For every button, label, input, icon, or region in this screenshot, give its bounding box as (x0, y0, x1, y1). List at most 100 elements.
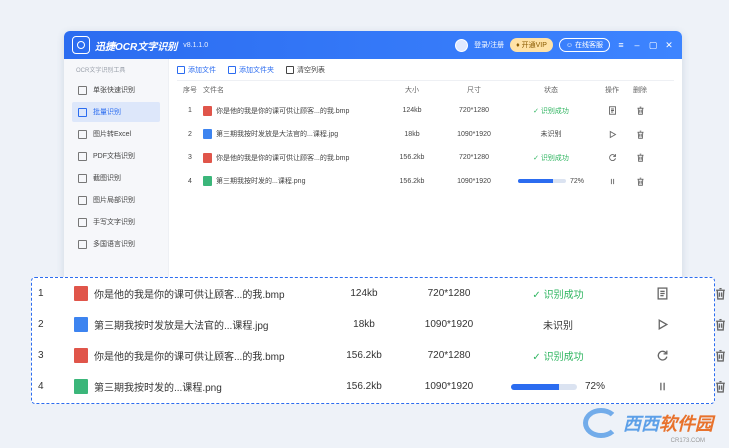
minimize-icon[interactable]: – (632, 40, 642, 50)
sidebar-item-label: 图片局部识别 (93, 197, 135, 204)
add-file-icon (177, 65, 185, 74)
watermark-e-icon (583, 408, 619, 438)
file-dims: 720*1280 (427, 288, 471, 299)
jpg-file-icon (74, 317, 88, 332)
delete-button[interactable] (702, 380, 729, 393)
clear-list-button[interactable]: 清空列表 (286, 65, 325, 75)
file-name-cell: 第三期我按时发的...课程.png (203, 176, 383, 187)
doc-icon (608, 106, 617, 115)
sidebar-item-2[interactable]: 图片转Excel (72, 124, 160, 144)
play-button[interactable] (595, 130, 629, 139)
trash-icon (714, 349, 727, 362)
doc-button[interactable] (595, 106, 629, 115)
file-name-cell: 第三期我按时发放是大法官的...课程.jpg (203, 129, 383, 140)
play-button[interactable] (622, 318, 702, 331)
trash-icon (636, 177, 645, 186)
delete-button[interactable] (702, 287, 729, 300)
sidebar-item-7[interactable]: 多国语言识别 (72, 234, 160, 254)
sidebar-item-6[interactable]: 手写文字识别 (72, 212, 160, 232)
play-icon (656, 318, 669, 331)
row-number: 3 (38, 350, 44, 361)
avatar[interactable] (455, 38, 469, 52)
file-dims: 1090*1920 (424, 319, 474, 330)
refresh-button[interactable] (622, 349, 702, 362)
status-pending: 未识别 (543, 321, 573, 332)
bmp-file-icon (203, 152, 212, 163)
progress-text: 72% (569, 177, 584, 185)
table-row[interactable]: 3 你是他的我是你的课可供让顾客...的我.bmp 156.2kb 720*12… (177, 146, 674, 170)
file-size: 156.2kb (399, 177, 425, 185)
bmp-file-icon (74, 348, 88, 363)
delete-button[interactable] (629, 130, 651, 139)
col-no: 序号 (183, 87, 197, 94)
status-success: ✓ 识别成功 (532, 352, 584, 363)
sidebar-item-0[interactable]: 单张快速识别 (72, 80, 160, 100)
zoomed-table-row[interactable]: 2 第三期我按时发放是大法官的...课程.jpg 18kb 1090*1920 … (38, 309, 725, 340)
trash-icon (286, 65, 294, 74)
file-name: 第三期我按时发放是大法官的...课程.jpg (216, 131, 339, 139)
sidebar-item-label: 批量识别 (93, 109, 121, 116)
sidebar-item-1[interactable]: 批量识别 (72, 102, 160, 122)
file-name-cell: 你是他的我是你的课可供让顾客...的我.bmp (203, 152, 383, 163)
watermark-sub: CR173.COM (670, 438, 705, 444)
service-label: 在线客服 (575, 42, 603, 49)
status-text: 识别成功 (540, 107, 569, 115)
file-dims: 720*1280 (459, 107, 489, 115)
delete-button[interactable] (702, 349, 729, 362)
status-success: ✓ 识别成功 (533, 154, 569, 162)
file-size: 156.2kb (399, 154, 425, 162)
file-name-cell: 你是他的我是你的课可供让顾客...的我.bmp (74, 286, 324, 301)
delete-button[interactable] (629, 153, 651, 162)
file-dims: 1090*1920 (457, 130, 491, 138)
file-dims: 1090*1920 (457, 177, 491, 185)
sidebar-item-label: 单张快速识别 (93, 87, 135, 94)
sidebar-item-5[interactable]: 图片局部识别 (72, 190, 160, 210)
file-name-cell: 你是他的我是你的课可供让顾客...的我.bmp (74, 348, 324, 363)
row-number: 1 (38, 288, 44, 299)
progress-fill (510, 383, 559, 390)
watermark-logo: 西西软件园 (583, 408, 713, 438)
excel-icon (78, 129, 87, 139)
file-name: 你是他的我是你的课可供让顾客...的我.bmp (94, 290, 285, 301)
vip-button[interactable]: ♦ 开通VIP (510, 38, 553, 52)
toolbar: 添加文件 添加文件夹 清空列表 (177, 59, 674, 81)
zoomed-file-list: 1 你是他的我是你的课可供让顾客...的我.bmp 124kb 720*1280… (31, 277, 725, 404)
sidebar-item-4[interactable]: 截图识别 (72, 168, 160, 188)
row-number: 2 (38, 319, 44, 330)
delete-button[interactable] (629, 106, 651, 115)
pause-button[interactable] (622, 380, 702, 393)
zoomed-table-row[interactable]: 1 你是他的我是你的课可供让顾客...的我.bmp 124kb 720*1280… (38, 278, 725, 309)
zoomed-table-row[interactable]: 3 你是他的我是你的课可供让顾客...的我.bmp 156.2kb 720*12… (38, 340, 725, 371)
clear-list-label: 清空列表 (297, 66, 325, 74)
sidebar-item-label: 多国语言识别 (93, 241, 135, 248)
refresh-button[interactable] (595, 153, 629, 162)
pen-icon (78, 217, 87, 227)
file-name: 你是他的我是你的课可供让顾客...的我.bmp (216, 107, 350, 115)
app-version: v8.1.1.0 (183, 41, 209, 49)
table-row[interactable]: 1 你是他的我是你的课可供让顾客...的我.bmp 124kb 720*1280… (177, 99, 674, 123)
add-folder-button[interactable]: 添加文件夹 (228, 65, 274, 75)
folder-icon (228, 65, 236, 74)
add-file-button[interactable]: 添加文件 (177, 65, 216, 75)
doc-button[interactable] (622, 287, 702, 300)
pause-button[interactable] (595, 177, 629, 186)
crop-icon (78, 173, 87, 183)
menu-icon[interactable]: ≡ (616, 40, 626, 50)
delete-button[interactable] (702, 318, 729, 331)
delete-button[interactable] (629, 177, 651, 186)
maximize-icon[interactable]: ▢ (648, 40, 658, 50)
zoomed-table-row[interactable]: 4 第三期我按时发的...课程.png 156.2kb 1090*1920 72… (38, 371, 725, 402)
row-number: 4 (188, 177, 192, 185)
file-name-cell: 你是他的我是你的课可供让顾客...的我.bmp (203, 105, 383, 116)
file-name-cell: 第三期我按时发的...课程.png (74, 379, 324, 394)
row-number: 2 (188, 130, 192, 138)
png-file-icon (74, 379, 88, 394)
table-row[interactable]: 4 第三期我按时发的...课程.png 156.2kb 1090*1920 72… (177, 170, 674, 194)
close-icon[interactable]: ✕ (664, 40, 674, 50)
table-row[interactable]: 2 第三期我按时发放是大法官的...课程.jpg 18kb 1090*1920 … (177, 123, 674, 147)
login-link[interactable]: 登录/注册 (474, 40, 504, 50)
sidebar-item-3[interactable]: PDF文档识别 (72, 146, 160, 166)
trash-icon (714, 318, 727, 331)
watermark-brand-a: 西西 (623, 414, 659, 434)
service-button[interactable]: ☺ 在线客服 (558, 38, 610, 52)
